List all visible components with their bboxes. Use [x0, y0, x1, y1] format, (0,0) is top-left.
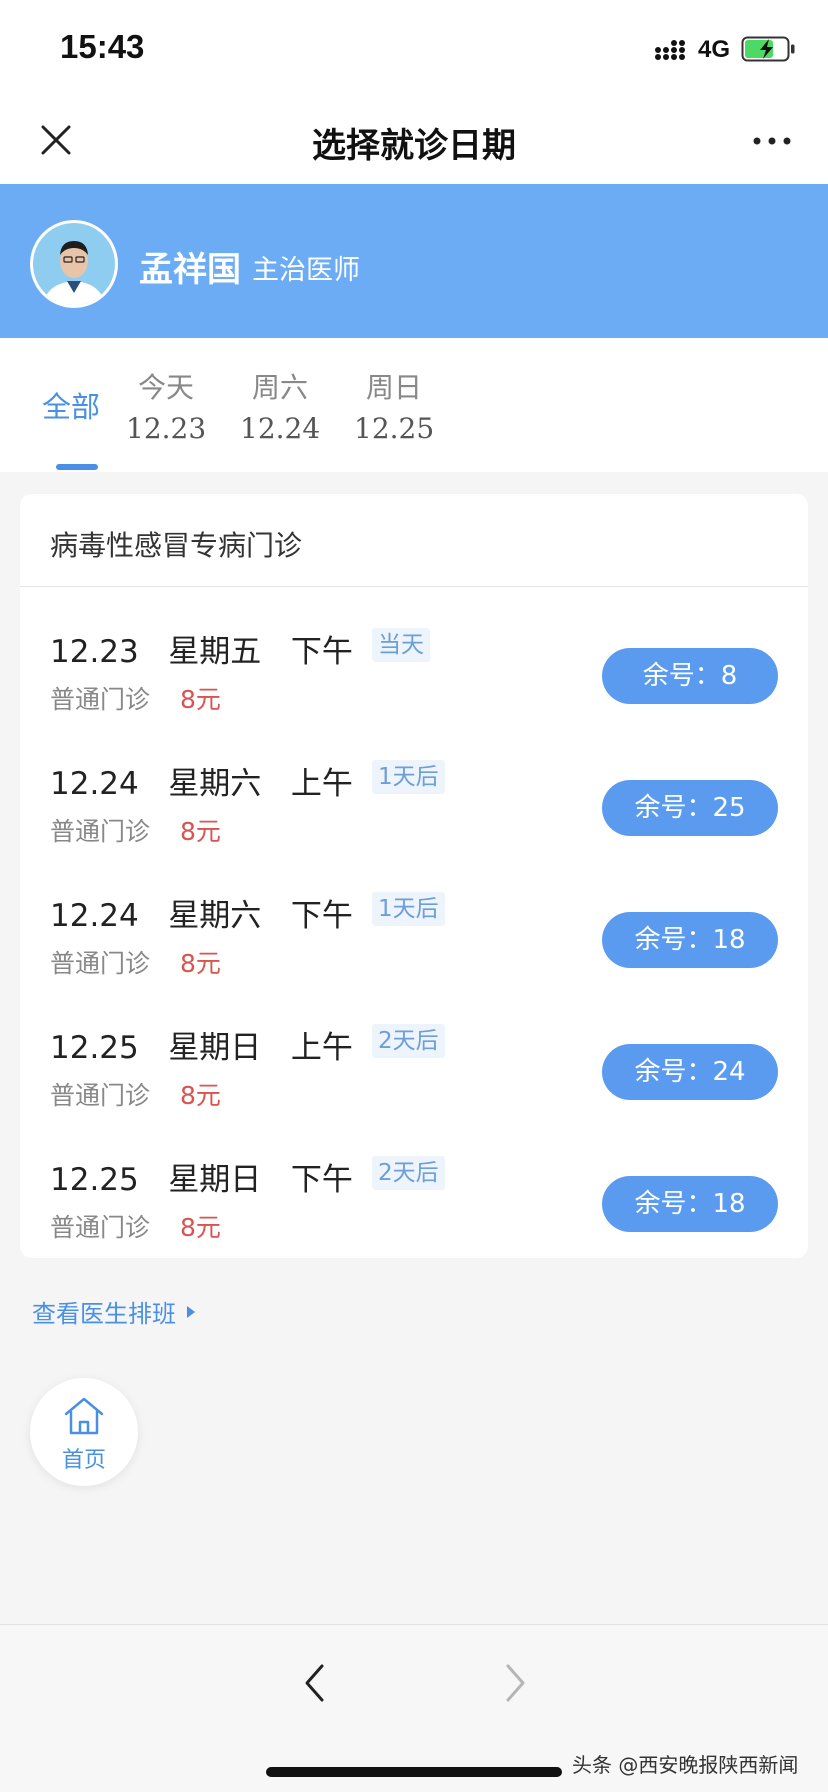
- doctor-avatar: [30, 220, 118, 308]
- book-slot-button[interactable]: 余号：24: [602, 1044, 778, 1100]
- slot-price: 8元: [180, 1081, 221, 1110]
- slot-datetime: 12.23 星期五 下午: [50, 626, 353, 671]
- slot-period: 下午: [290, 1162, 353, 1198]
- tab-today[interactable]: 今天 12.23: [126, 366, 206, 445]
- more-button[interactable]: [746, 118, 798, 164]
- slot-datetime: 12.24 星期六 上午: [50, 758, 353, 803]
- slot-price: 8元: [180, 1213, 221, 1242]
- book-slot-button[interactable]: 余号：25: [602, 780, 778, 836]
- clinic-card: 病毒性感冒专病门诊 12.23 星期五 下午 当天 普通门诊 8元 余号：8 1…: [20, 494, 808, 1258]
- slot-type: 普通门诊: [50, 685, 151, 714]
- clinic-title: 病毒性感冒专病门诊: [50, 529, 303, 562]
- slot-date: 12.24: [50, 766, 139, 802]
- slot-weekday: 星期五: [168, 634, 262, 670]
- slot-date: 12.23: [50, 634, 139, 670]
- slot-type: 普通门诊: [50, 949, 151, 978]
- book-slot-button[interactable]: 余号：8: [602, 648, 778, 704]
- home-indicator: [266, 1767, 562, 1777]
- slot-price: 8元: [180, 817, 221, 846]
- slot-tag: 2天后: [372, 1156, 445, 1190]
- network-label: 4G: [698, 36, 731, 63]
- slot-datetime: 12.25 星期日 下午: [50, 1154, 353, 1199]
- slot-type: 普通门诊: [50, 1081, 151, 1110]
- tab-day-name: 今天: [137, 371, 194, 404]
- status-bar: 15:43 4G: [0, 0, 828, 92]
- book-slot-button[interactable]: 余号：18: [602, 912, 778, 968]
- date-tabs: 全部 今天 12.23 周六 12.24 周日 12.25: [0, 338, 828, 472]
- slot-type: 普通门诊: [50, 1213, 151, 1242]
- tab-sunday[interactable]: 周日 12.25: [354, 366, 434, 445]
- slot-row: 12.24 星期六 下午 1天后 普通门诊 8元 余号：18: [20, 872, 808, 1004]
- forward-button[interactable]: [496, 1653, 536, 1713]
- doctor-title: 主治医师: [252, 255, 360, 286]
- nav-bar: 选择就诊日期: [0, 92, 828, 184]
- tab-day-name: 周日: [365, 371, 422, 404]
- slot-weekday: 星期六: [168, 766, 262, 802]
- watermark: 头条 @西安晚报陕西新闻: [572, 1753, 799, 1777]
- slot-price: 8元: [180, 685, 221, 714]
- slot-type: 普通门诊: [50, 817, 151, 846]
- home-button[interactable]: 首页: [30, 1378, 138, 1486]
- arrow-right-icon: [187, 1305, 195, 1318]
- slot-weekday: 星期日: [168, 1030, 262, 1066]
- tab-day-name: 周六: [251, 371, 308, 404]
- slot-period: 上午: [290, 766, 353, 802]
- slot-row: 12.25 星期日 下午 2天后 普通门诊 8元 余号：18: [20, 1136, 808, 1268]
- back-button[interactable]: [294, 1653, 334, 1713]
- slot-datetime: 12.25 星期日 上午: [50, 1022, 353, 1067]
- status-time: 15:43: [60, 28, 145, 65]
- signal-icon: [655, 40, 685, 60]
- active-tab-indicator: [56, 464, 98, 470]
- tab-day-date: 12.23: [126, 412, 207, 445]
- slot-date: 12.25: [50, 1162, 139, 1198]
- divider: [20, 586, 808, 587]
- slot-period: 下午: [290, 898, 353, 934]
- schedule-link-label: 查看医生排班: [32, 1300, 176, 1328]
- slot-weekday: 星期六: [168, 898, 262, 934]
- doctor-header: 孟祥国 主治医师: [0, 184, 828, 338]
- tab-day-date: 12.25: [354, 412, 435, 445]
- tab-day-date: 12.24: [240, 412, 321, 445]
- slot-tag: 1天后: [372, 760, 445, 794]
- view-schedule-link[interactable]: 查看医生排班: [32, 1294, 196, 1329]
- chevron-right-icon: [506, 1664, 525, 1702]
- home-icon: [64, 1397, 104, 1435]
- slot-period: 上午: [290, 1030, 353, 1066]
- slot-weekday: 星期日: [168, 1162, 262, 1198]
- slot-period: 下午: [290, 634, 353, 670]
- slot-row: 12.25 星期日 上午 2天后 普通门诊 8元 余号：24: [20, 1004, 808, 1136]
- chevron-left-icon: [305, 1664, 324, 1702]
- slot-price: 8元: [180, 949, 221, 978]
- slot-tag: 当天: [372, 628, 430, 662]
- slot-date: 12.25: [50, 1030, 139, 1066]
- doctor-name: 孟祥国: [139, 250, 241, 290]
- tab-saturday[interactable]: 周六 12.24: [240, 366, 320, 445]
- more-icon: [753, 137, 791, 145]
- slot-row: 12.23 星期五 下午 当天 普通门诊 8元 余号：8: [20, 608, 808, 740]
- book-slot-button[interactable]: 余号：18: [602, 1176, 778, 1232]
- tab-all[interactable]: 全部: [42, 384, 100, 426]
- slot-tag: 2天后: [372, 1024, 445, 1058]
- slot-datetime: 12.24 星期六 下午: [50, 890, 353, 935]
- slot-row: 12.24 星期六 上午 1天后 普通门诊 8元 余号：25: [20, 740, 808, 872]
- battery-charging-icon: [741, 36, 795, 62]
- bottom-toolbar: 头条 @西安晚报陕西新闻: [0, 1624, 828, 1792]
- slot-date: 12.24: [50, 898, 139, 934]
- home-label: 首页: [61, 1448, 106, 1473]
- page-title: 选择就诊日期: [312, 126, 516, 166]
- slot-tag: 1天后: [372, 892, 445, 926]
